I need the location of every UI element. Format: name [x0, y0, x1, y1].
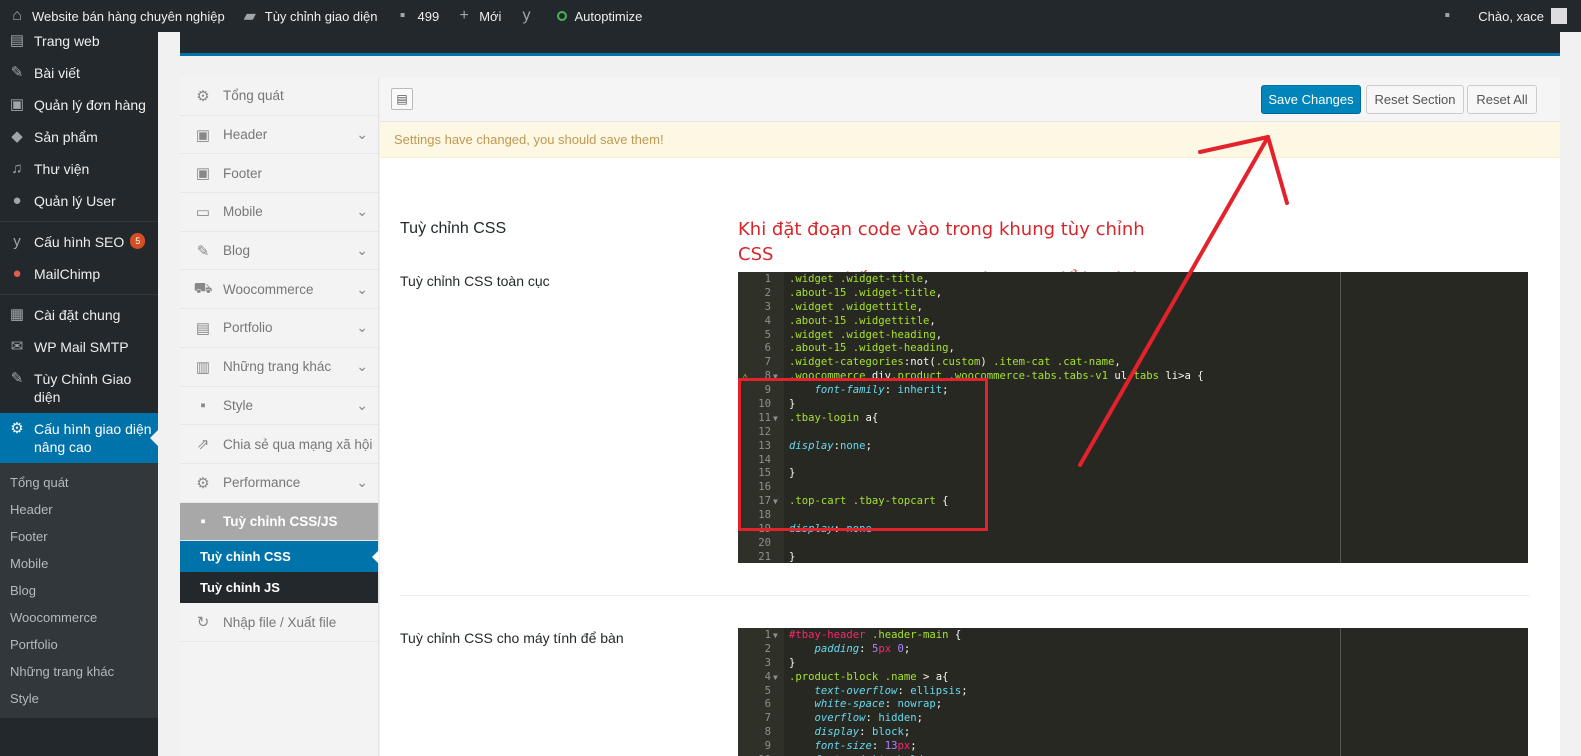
arrow-shaft [1078, 135, 1270, 467]
arrow-head-right [1266, 135, 1289, 205]
arrow-head-left [1198, 135, 1270, 154]
annotation-arrow [1078, 135, 1289, 467]
